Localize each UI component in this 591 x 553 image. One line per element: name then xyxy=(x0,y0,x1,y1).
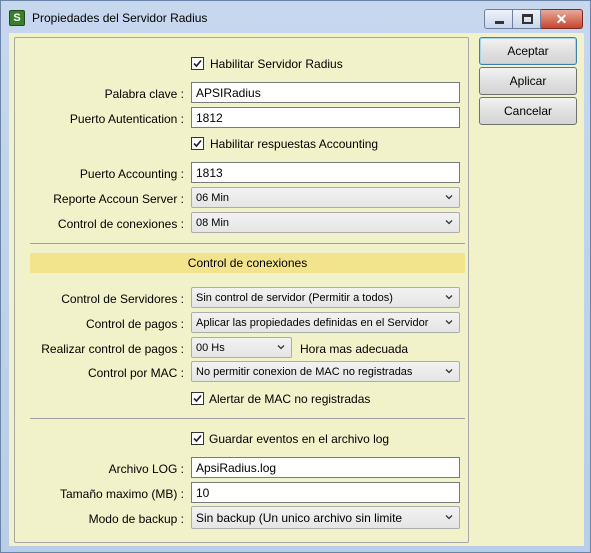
accounting-port-field[interactable]: 1813 xyxy=(191,162,460,183)
minimize-icon xyxy=(495,21,504,24)
max-size-field[interactable]: 10 xyxy=(191,482,460,503)
chevron-down-icon xyxy=(445,369,453,374)
password-label: Palabra clave : xyxy=(104,87,184,101)
checkmark-icon xyxy=(193,59,202,68)
auth-port-label: Puerto Autentication : xyxy=(69,112,184,126)
dialog-client-area: Habilitar Servidor Radius Palabra clave … xyxy=(9,33,584,546)
log-file-field[interactable]: ApsiRadius.log xyxy=(191,457,460,478)
chevron-down-icon xyxy=(445,515,453,520)
servers-value: Sin control de servidor (Permitir a todo… xyxy=(196,292,393,304)
save-log-checkbox[interactable] xyxy=(191,432,204,445)
enable-radius-checkbox[interactable] xyxy=(191,57,204,70)
payments-select[interactable]: Aplicar las propiedades definidas en el … xyxy=(191,312,460,333)
section-header-connections: Control de conexiones xyxy=(30,253,465,273)
conn-control-value: 08 Min xyxy=(196,217,230,229)
accounting-port-label: Puerto Accounting : xyxy=(79,167,184,181)
chevron-down-icon xyxy=(445,295,453,300)
enable-accounting-label: Habilitar respuestas Accounting xyxy=(210,137,379,151)
report-interval-value: 06 Min xyxy=(196,192,230,204)
divider xyxy=(30,243,465,244)
maximize-button[interactable] xyxy=(513,9,541,29)
title-bar[interactable]: S Propiedades del Servidor Radius ✕ xyxy=(1,1,590,35)
dialog-window: S Propiedades del Servidor Radius ✕ Habi… xyxy=(0,0,591,553)
save-log-label: Guardar eventos en el archivo log xyxy=(209,432,390,446)
chevron-down-icon xyxy=(445,320,453,325)
servers-label: Control de Servidores : xyxy=(61,292,184,306)
window-title: Propiedades del Servidor Radius xyxy=(32,11,208,25)
divider xyxy=(30,418,465,419)
auth-port-field[interactable]: 1812 xyxy=(191,107,460,128)
report-label: Reporte Accoun Server : xyxy=(53,192,184,206)
app-icon: S xyxy=(9,10,25,26)
payments-time-select[interactable]: 00 Hs xyxy=(191,337,292,358)
enable-accounting-checkbox[interactable] xyxy=(191,137,204,150)
minimize-button[interactable] xyxy=(484,9,513,29)
backup-mode-select[interactable]: Sin backup (Un unico archivo sin limite xyxy=(191,506,460,529)
password-field[interactable]: APSIRadius xyxy=(191,82,460,103)
conn-control-select[interactable]: 08 Min xyxy=(191,212,460,233)
payments-label: Control de pagos : xyxy=(85,317,184,331)
apply-button[interactable]: Aplicar xyxy=(479,67,577,95)
cancel-button[interactable]: Cancelar xyxy=(479,97,577,125)
properties-panel: Habilitar Servidor Radius Palabra clave … xyxy=(14,37,469,543)
max-size-label: Tamaño maximo (MB) : xyxy=(59,487,184,501)
accept-button[interactable]: Aceptar xyxy=(479,37,577,65)
report-interval-select[interactable]: 06 Min xyxy=(191,187,460,208)
chevron-down-icon xyxy=(445,220,453,225)
mac-alert-label: Alertar de MAC no registradas xyxy=(209,392,371,406)
mac-control-value: No permitir conexion de MAC no registrad… xyxy=(196,366,413,378)
servers-select[interactable]: Sin control de servidor (Permitir a todo… xyxy=(191,287,460,308)
payments-time-label: Realizar control de pagos : xyxy=(41,342,184,356)
mac-control-select[interactable]: No permitir conexion de MAC no registrad… xyxy=(191,361,460,382)
mac-alert-checkbox[interactable] xyxy=(191,392,204,405)
maximize-icon xyxy=(522,14,533,24)
checkmark-icon xyxy=(193,394,202,403)
backup-mode-value: Sin backup (Un unico archivo sin limite xyxy=(196,511,403,525)
conn-control-label: Control de conexiones : xyxy=(57,217,184,231)
checkmark-icon xyxy=(193,139,202,148)
payments-time-hint: Hora mas adecuada xyxy=(300,342,409,356)
enable-radius-label: Habilitar Servidor Radius xyxy=(210,57,343,71)
backup-mode-label: Modo de backup : xyxy=(88,512,184,526)
chevron-down-icon xyxy=(277,345,285,350)
payments-time-value: 00 Hs xyxy=(196,342,225,354)
log-file-label: Archivo LOG : xyxy=(108,462,184,476)
checkmark-icon xyxy=(193,434,202,443)
mac-label: Control por MAC : xyxy=(87,366,184,380)
close-icon: ✕ xyxy=(555,11,568,27)
chevron-down-icon xyxy=(445,195,453,200)
close-button[interactable]: ✕ xyxy=(541,9,583,29)
payments-value: Aplicar las propiedades definidas en el … xyxy=(196,317,429,329)
